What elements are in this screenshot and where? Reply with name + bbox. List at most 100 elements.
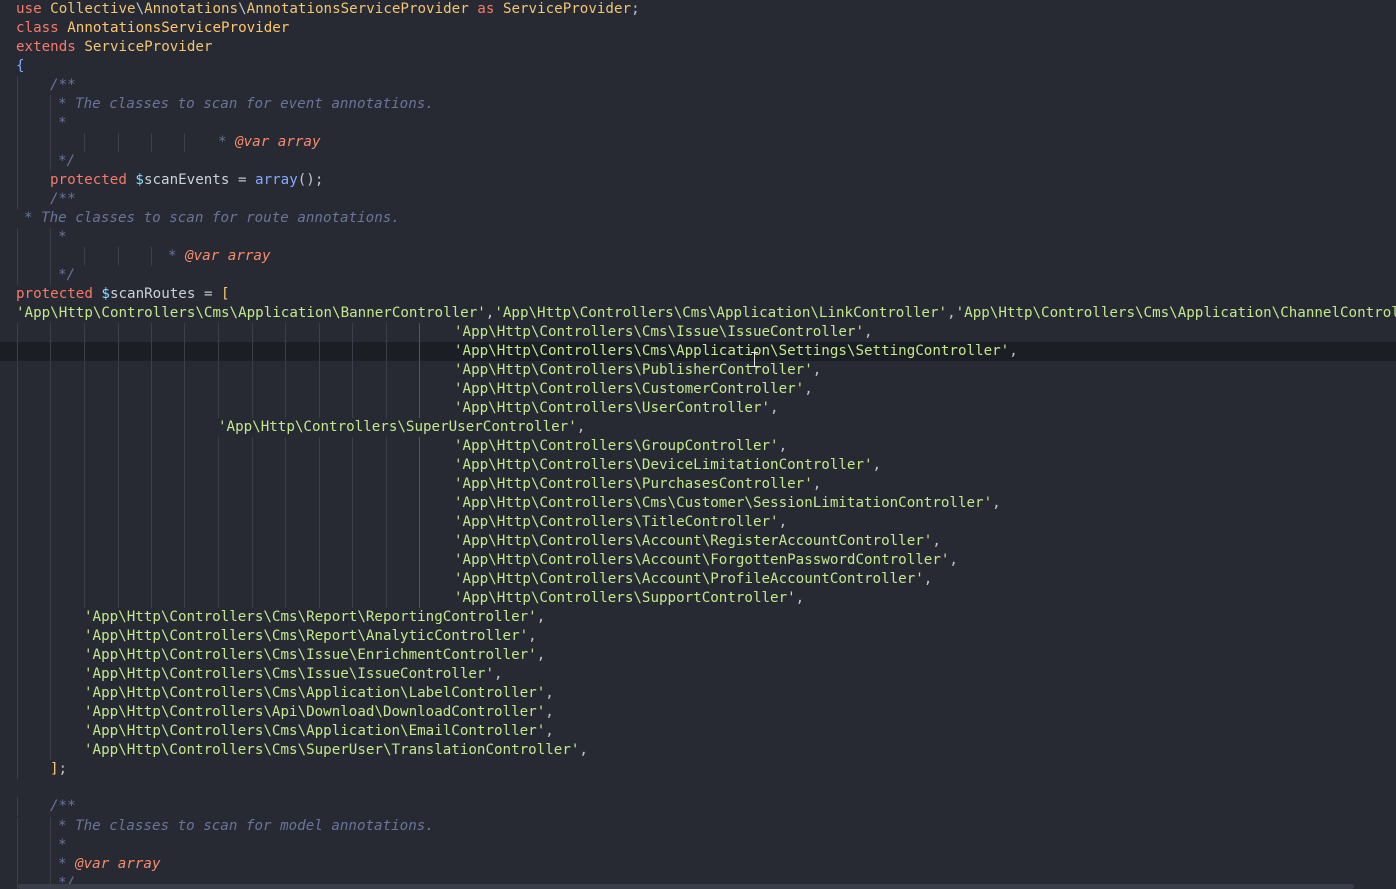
- code-line[interactable]: 'App\Http\Controllers\Account\ProfileAcc…: [0, 570, 1396, 589]
- code-token: protected: [16, 286, 93, 302]
- indent-guide: [352, 323, 353, 342]
- indent-guide: [50, 589, 51, 608]
- indent-guide: [285, 380, 286, 399]
- indent-guide: [17, 532, 18, 551]
- indent-guide: [118, 247, 119, 266]
- code-token: ();: [297, 172, 324, 188]
- code-line[interactable]: *: [0, 228, 1396, 247]
- code-line[interactable]: /**: [0, 190, 1396, 209]
- indent-guide: [17, 228, 18, 247]
- code-token: 'App\Http\Controllers\CustomerController…: [454, 381, 805, 397]
- code-line[interactable]: 'App\Http\Controllers\DeviceLimitationCo…: [0, 456, 1396, 475]
- code-line[interactable]: 'App\Http\Controllers\CustomerController…: [0, 380, 1396, 399]
- indent-guide: [17, 437, 18, 456]
- code-line[interactable]: 'App\Http\Controllers\TitleController',: [0, 513, 1396, 532]
- code-line[interactable]: 'App\Http\Controllers\Cms\Issue\Enrichme…: [0, 646, 1396, 665]
- indent-guide: [50, 399, 51, 418]
- code-line[interactable]: * The classes to scan for route annotati…: [0, 209, 1396, 228]
- code-line[interactable]: /**: [0, 76, 1396, 95]
- indent-guide: [352, 532, 353, 551]
- code-token: 'App\Http\Controllers\Cms\Application\La…: [84, 685, 546, 701]
- indent-guide: [118, 323, 119, 342]
- indent-guide: [218, 551, 219, 570]
- code-line[interactable]: 'App\Http\Controllers\Cms\Issue\IssueCon…: [0, 323, 1396, 342]
- indent-guide: [419, 380, 420, 399]
- code-line[interactable]: *: [0, 114, 1396, 133]
- indent-guide: [17, 76, 18, 95]
- indent-guide: [252, 551, 253, 570]
- code-token: 'App\Http\Controllers\Account\ProfileAcc…: [454, 571, 924, 587]
- indent-guide: [319, 475, 320, 494]
- code-line[interactable]: */: [0, 266, 1396, 285]
- code-line[interactable]: class AnnotationsServiceProvider: [0, 19, 1396, 38]
- indent-guide: [184, 133, 185, 152]
- indent-guide: [184, 494, 185, 513]
- code-line[interactable]: 'App\Http\Controllers\Cms\Application\Se…: [0, 342, 1396, 361]
- code-line[interactable]: 'App\Http\Controllers\GroupController',: [0, 437, 1396, 456]
- code-line[interactable]: 'App\Http\Controllers\Account\ForgottenP…: [0, 551, 1396, 570]
- code-token: 'App\Http\Controllers\SuperUserControlle…: [218, 419, 577, 435]
- code-line[interactable]: * The classes to scan for model annotati…: [0, 817, 1396, 836]
- indent-guide: [252, 437, 253, 456]
- code-line[interactable]: /**: [0, 797, 1396, 816]
- code-line[interactable]: * @var array: [0, 855, 1396, 874]
- indent-guide: [419, 342, 420, 361]
- indent-guide: [50, 323, 51, 342]
- horizontal-scrollbar[interactable]: [18, 884, 1354, 889]
- code-line[interactable]: 'App\Http\Controllers\Cms\Application\La…: [0, 684, 1396, 703]
- code-line[interactable]: */: [0, 152, 1396, 171]
- indent-guide: [285, 361, 286, 380]
- code-line[interactable]: * @var array: [0, 247, 1396, 266]
- code-line[interactable]: *: [0, 836, 1396, 855]
- code-token: $: [135, 172, 144, 188]
- code-line[interactable]: 'App\Http\Controllers\Api\Download\Downl…: [0, 703, 1396, 722]
- code-line[interactable]: 'App\Http\Controllers\SuperUserControlle…: [0, 418, 1396, 437]
- indent-guide: [50, 494, 51, 513]
- code-line[interactable]: 'App\Http\Controllers\UserController',: [0, 399, 1396, 418]
- code-line[interactable]: 'App\Http\Controllers\Cms\Application\Ba…: [0, 304, 1396, 323]
- code-line[interactable]: {: [0, 57, 1396, 76]
- indent-guide: [118, 475, 119, 494]
- indent-guide: [50, 722, 51, 741]
- indent-guide: [352, 361, 353, 380]
- code-line[interactable]: 'App\Http\Controllers\Cms\Issue\IssueCon…: [0, 665, 1396, 684]
- indent-guide: [17, 95, 18, 114]
- code-line[interactable]: extends ServiceProvider: [0, 38, 1396, 57]
- code-token: 'App\Http\Controllers\Cms\Application\Em…: [84, 723, 546, 739]
- code-line[interactable]: 'App\Http\Controllers\Cms\SuperUser\Tran…: [0, 741, 1396, 760]
- code-line[interactable]: * @var array: [0, 133, 1396, 152]
- code-line[interactable]: use Collective\Annotations\AnnotationsSe…: [0, 0, 1396, 19]
- code-token: $: [101, 286, 110, 302]
- code-line[interactable]: protected $scanRoutes = [: [0, 285, 1396, 304]
- indent-guide: [319, 399, 320, 418]
- indent-guide: [50, 532, 51, 551]
- indent-guide: [50, 703, 51, 722]
- code-line[interactable]: ];: [0, 760, 1396, 779]
- code-line[interactable]: 'App\Http\Controllers\PurchasesControlle…: [0, 475, 1396, 494]
- code-line[interactable]: 'App\Http\Controllers\Cms\Report\Reporti…: [0, 608, 1396, 627]
- indent-guide: [218, 380, 219, 399]
- code-line[interactable]: 'App\Http\Controllers\Account\RegisterAc…: [0, 532, 1396, 551]
- code-line[interactable]: protected $scanEvents = array();: [0, 171, 1396, 190]
- code-line[interactable]: 'App\Http\Controllers\Cms\Report\Analyti…: [0, 627, 1396, 646]
- code-text: 'App\Http\Controllers\Cms\Application\Ba…: [16, 304, 1396, 323]
- code-line[interactable]: 'App\Http\Controllers\Cms\Customer\Sessi…: [0, 494, 1396, 513]
- indent-guide: [319, 437, 320, 456]
- indent-guide: [218, 342, 219, 361]
- code-line[interactable]: * The classes to scan for event annotati…: [0, 95, 1396, 114]
- indent-guide: [84, 456, 85, 475]
- code-line[interactable]: 'App\Http\Controllers\PublisherControlle…: [0, 361, 1396, 380]
- code-token: 'App\Http\Controllers\Cms\Application\Se…: [454, 343, 1010, 359]
- indent-guide: [17, 475, 18, 494]
- code-token: ,: [812, 362, 822, 378]
- indent-guide: [118, 570, 119, 589]
- code-line[interactable]: 'App\Http\Controllers\SupportController'…: [0, 589, 1396, 608]
- indent-guide: [17, 190, 18, 209]
- code-text: extends ServiceProvider: [16, 38, 212, 57]
- indent-guide: [17, 722, 18, 741]
- code-line[interactable]: 'App\Http\Controllers\Cms\Application\Em…: [0, 722, 1396, 741]
- indent-guide: [218, 513, 219, 532]
- code-editor[interactable]: use Collective\Annotations\AnnotationsSe…: [0, 0, 1396, 889]
- code-token: ,: [778, 438, 788, 454]
